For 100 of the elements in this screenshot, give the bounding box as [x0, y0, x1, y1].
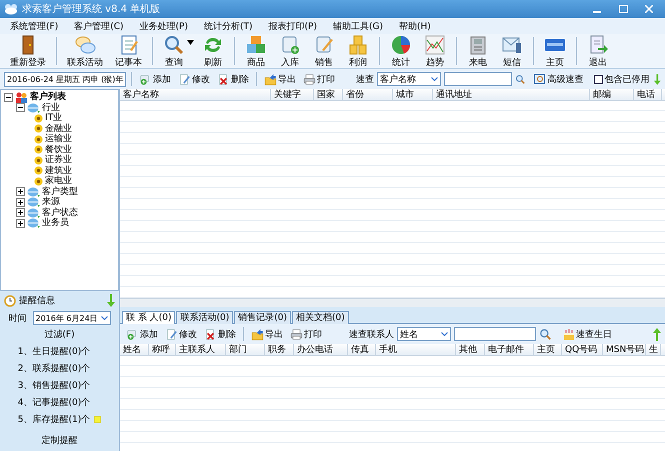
- toolbar-button[interactable]: 导出: [262, 72, 298, 86]
- date-field[interactable]: 2016-06-24 星期五 丙申 (猴)年: [4, 72, 126, 86]
- column-header[interactable]: QQ号码: [562, 344, 603, 355]
- checkbox[interactable]: [594, 74, 604, 84]
- toolbar-button[interactable]: 入库: [273, 34, 307, 68]
- column-header[interactable]: 主联系人: [176, 344, 226, 355]
- tab[interactable]: 联系活动(0): [176, 311, 234, 324]
- column-header[interactable]: 通讯地址: [433, 89, 590, 100]
- advanced-search-button[interactable]: 高级速查: [532, 72, 586, 86]
- toolbar-button[interactable]: 来电: [461, 34, 495, 68]
- column-header[interactable]: 关键字: [271, 89, 314, 100]
- tree-item[interactable]: 餐饮业: [45, 144, 72, 155]
- down-arrow-icon[interactable]: [107, 294, 115, 307]
- toolbar-button[interactable]: 打印: [301, 72, 338, 86]
- tree-item[interactable]: IT业: [45, 113, 62, 124]
- menu-item[interactable]: 帮助(H): [390, 20, 439, 32]
- column-header[interactable]: 职务: [265, 344, 294, 355]
- contact-search-input[interactable]: [454, 327, 536, 341]
- search-field-select[interactable]: 客户名称: [377, 72, 441, 86]
- toolbar-button[interactable]: 趋势: [418, 34, 452, 68]
- toolbar-button[interactable]: 删除: [215, 72, 252, 86]
- toolbar-button[interactable]: 利润: [341, 34, 375, 68]
- reminder-link[interactable]: 4、记事提醒(0)个: [18, 396, 90, 409]
- menu-item[interactable]: 统计分析(T): [196, 20, 260, 32]
- menu-item[interactable]: 业务处理(P): [132, 20, 196, 32]
- reminder-link[interactable]: 3、销售提醒(0)个: [18, 379, 90, 392]
- column-header[interactable]: 姓名: [120, 344, 149, 355]
- expander-icon[interactable]: [16, 198, 25, 207]
- column-header[interactable]: 传真: [348, 344, 376, 355]
- filter-link[interactable]: 过滤(F): [44, 327, 75, 342]
- tab[interactable]: 联 系 人(0): [122, 311, 176, 324]
- date-picker[interactable]: 2016年 6月24日: [32, 311, 110, 325]
- tab[interactable]: 销售记录(0): [234, 311, 291, 324]
- expander-icon[interactable]: [4, 92, 13, 102]
- tree-item[interactable]: 金融业: [45, 124, 72, 134]
- toolbar-button[interactable]: 查询: [157, 34, 191, 68]
- expander-icon[interactable]: [16, 208, 25, 218]
- app-logo-icon: [4, 3, 18, 15]
- tree-item[interactable]: 来源: [42, 197, 60, 208]
- menu-item[interactable]: 辅助工具(G): [324, 20, 391, 32]
- horizontal-scrollbar[interactable]: [120, 298, 665, 307]
- tree-item[interactable]: 业务员: [42, 218, 69, 228]
- toolbar-button[interactable]: 刷新: [196, 34, 230, 68]
- tree-item[interactable]: 运输业: [45, 134, 72, 144]
- column-header[interactable]: 办公电话: [294, 344, 348, 355]
- column-header[interactable]: 电子邮件: [485, 344, 534, 355]
- tree-item[interactable]: 家电业: [45, 176, 72, 186]
- search-input[interactable]: [444, 72, 512, 86]
- column-header[interactable]: 邮编: [590, 89, 634, 100]
- reminder-link[interactable]: 2、联系提醒(0)个: [18, 362, 90, 375]
- toolbar-button[interactable]: 添加: [137, 72, 174, 86]
- up-arrow-icon[interactable]: [653, 328, 661, 340]
- contact-field-select[interactable]: 姓名: [397, 327, 451, 341]
- tab[interactable]: 相关文档(0): [292, 311, 349, 324]
- reminder-link[interactable]: 5、库存提醒(1)个: [18, 413, 90, 426]
- toolbar-button[interactable]: 联系活动: [61, 34, 109, 68]
- column-header[interactable]: 省份: [343, 89, 393, 100]
- tree-item[interactable]: 客户列表: [30, 92, 66, 102]
- menu-item[interactable]: 报表打印(P): [260, 20, 325, 32]
- toolbar-button[interactable]: 退出: [581, 34, 615, 68]
- toolbar-button[interactable]: 统计: [384, 34, 418, 68]
- column-header[interactable]: 其他: [456, 344, 485, 355]
- tree-item[interactable]: 客户类型: [42, 186, 78, 197]
- column-header[interactable]: 称呼: [149, 344, 176, 355]
- column-header[interactable]: 部门: [226, 344, 265, 355]
- expander-icon[interactable]: [16, 103, 25, 112]
- tree-item[interactable]: 建筑业: [45, 166, 72, 176]
- tree-item[interactable]: 证券业: [45, 155, 72, 166]
- chevron-icon: [441, 332, 448, 336]
- toolbar-button[interactable]: 商品: [239, 34, 273, 68]
- column-header[interactable]: 电话: [634, 89, 662, 100]
- custom-reminder-link[interactable]: 定制提醒: [42, 433, 78, 448]
- toolbar-button[interactable]: 短信: [495, 34, 529, 68]
- detail-toolbar-button[interactable]: 删除: [202, 328, 238, 340]
- column-header[interactable]: 生: [646, 344, 661, 355]
- reminder-link[interactable]: 1、生日提醒(0)个: [18, 345, 90, 358]
- toolbar-button[interactable]: 销售: [307, 34, 341, 68]
- column-header[interactable]: 城市: [393, 89, 433, 100]
- column-header[interactable]: 主页: [534, 344, 562, 355]
- menu-item[interactable]: 客户管理(C): [66, 20, 132, 32]
- toolbar-button[interactable]: 修改: [176, 72, 212, 86]
- menu-item[interactable]: 系统管理(F): [2, 20, 66, 32]
- detail-toolbar-button[interactable]: 打印: [288, 328, 324, 340]
- toolbar-button[interactable]: 记事本: [109, 34, 148, 68]
- expander-icon[interactable]: [16, 187, 25, 196]
- caret-icon[interactable]: [187, 40, 194, 44]
- toolbar-button[interactable]: 主页: [538, 34, 572, 68]
- column-header[interactable]: 国家: [314, 89, 343, 100]
- column-header[interactable]: 手机: [376, 344, 456, 355]
- toolbar-button[interactable]: 重新登录: [4, 34, 52, 68]
- tree-item[interactable]: 行业: [42, 102, 60, 113]
- column-header[interactable]: 客户名称: [120, 89, 271, 100]
- detail-toolbar-button[interactable]: 导出: [249, 328, 285, 340]
- column-header[interactable]: MSN号码: [603, 344, 646, 355]
- detail-toolbar-button[interactable]: 添加: [124, 328, 160, 340]
- expander-icon[interactable]: [16, 218, 25, 228]
- birthday-search-button[interactable]: 速查生日: [561, 328, 614, 340]
- detail-toolbar-button[interactable]: 修改: [163, 328, 199, 340]
- tree-item[interactable]: 客户状态: [42, 208, 78, 218]
- down-arrow-icon[interactable]: [654, 72, 661, 86]
